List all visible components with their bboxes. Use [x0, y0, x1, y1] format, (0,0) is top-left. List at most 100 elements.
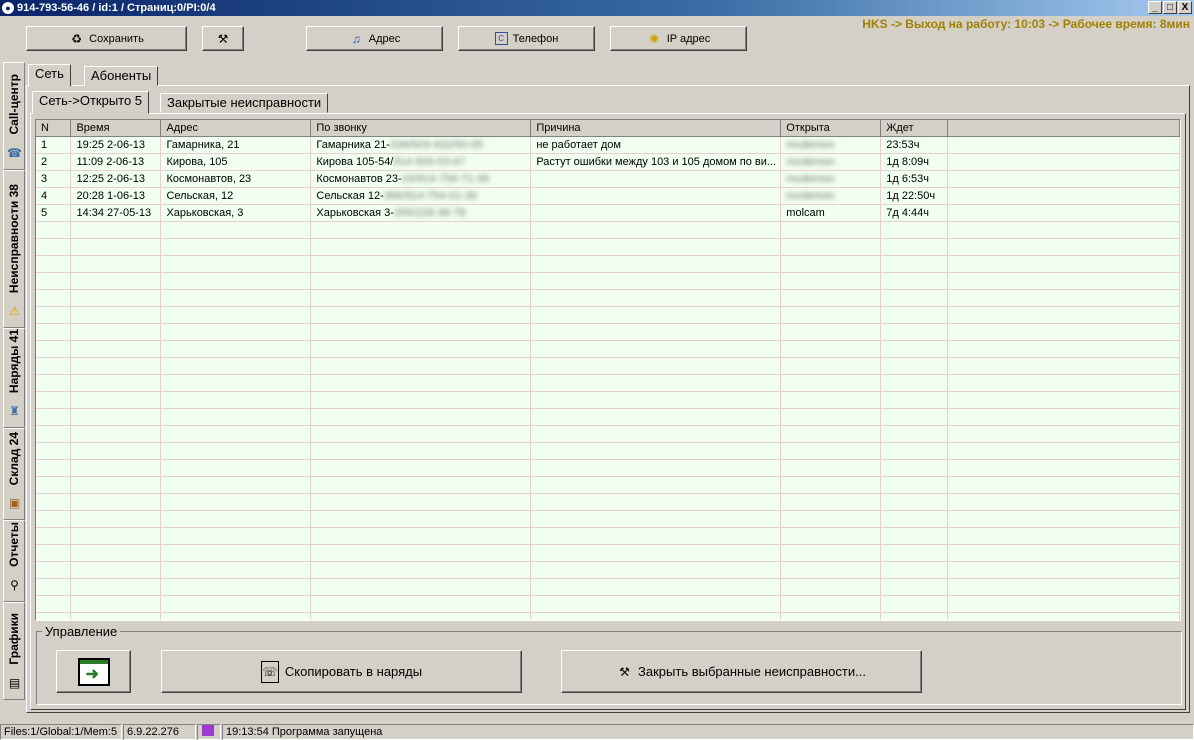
empty-cell [70, 442, 162, 460]
empty-cell [780, 510, 882, 528]
close-faults-button[interactable]: ⚒ Закрыть выбранные неисправности... [561, 650, 922, 693]
table-cell-spacer [947, 170, 1180, 188]
table-row[interactable]: 1 19:25 2-06-13 Гамарника, 21 Гамарника 21-… [36, 136, 1180, 154]
empty-cell [310, 561, 532, 579]
save-button[interactable]: ♻ Сохранить [26, 26, 187, 51]
empty-cell [880, 357, 949, 375]
empty-cell [880, 408, 949, 426]
side-tab-call-center[interactable]: Call-центр ☎ [3, 62, 25, 170]
empty-cell [530, 493, 782, 511]
empty-cell [880, 289, 949, 307]
empty-cell [780, 272, 882, 290]
tab-network[interactable]: Сеть [28, 64, 71, 87]
side-tab-reports[interactable]: Отчеты ⚲ [3, 520, 25, 602]
empty-cell [70, 476, 162, 494]
empty-cell [947, 544, 1180, 562]
table-cell-n: 3 [36, 170, 72, 188]
empty-cell [947, 527, 1180, 545]
phone-button[interactable]: C Телефон [458, 26, 595, 51]
version-status: 6.9.22.276 [123, 724, 196, 740]
empty-cell [780, 442, 882, 460]
column-header[interactable]: N [36, 120, 72, 137]
table-cell-call: Сельская 12-366/914-754-01-30 [310, 187, 532, 205]
copy-to-orders-button[interactable]: ☏ Скопировать в наряды [161, 650, 522, 693]
minimize-button[interactable]: _ [1148, 1, 1162, 14]
column-header[interactable]: По звонку [310, 120, 532, 137]
close-button[interactable]: X [1178, 1, 1192, 14]
empty-cell [530, 408, 782, 426]
empty-row [36, 595, 1180, 613]
column-header[interactable]: Ждет [880, 120, 949, 137]
tools-button[interactable]: ⚒ [202, 26, 244, 51]
table-row[interactable]: 2 11:09 2-06-13 Кирова, 105 Кирова 105-54/9… [36, 153, 1180, 171]
empty-cell [70, 374, 162, 392]
app-icon: ● [2, 2, 14, 14]
empty-cell [310, 510, 532, 528]
empty-cell [310, 289, 532, 307]
empty-cell [530, 238, 782, 256]
empty-cell [947, 255, 1180, 273]
side-tab-faults[interactable]: Неисправности 38 ⚠ [3, 170, 25, 328]
empty-cell [310, 357, 532, 375]
column-header[interactable]: Адрес [160, 120, 312, 137]
table-row[interactable]: 3 12:25 2-06-13 Космонавтов, 23 Космонавтов… [36, 170, 1180, 188]
empty-row [36, 238, 1180, 256]
empty-cell [36, 255, 72, 273]
empty-cell [310, 272, 532, 290]
column-header[interactable]: Время [70, 120, 162, 137]
table-cell-wait: 23:53ч [880, 136, 949, 154]
empty-cell [780, 289, 882, 307]
empty-cell [70, 459, 162, 477]
empty-cell [530, 289, 782, 307]
phone-label: Телефон [512, 32, 559, 45]
export-button[interactable]: ➜ [56, 650, 131, 693]
side-tab-charts[interactable]: Графики ▤ [3, 602, 25, 700]
empty-row [36, 442, 1180, 460]
empty-cell [947, 306, 1180, 324]
window-controls: _ □ X [1148, 1, 1192, 14]
redacted-phone: 914-500-53-67 [393, 156, 466, 168]
empty-cell [310, 238, 532, 256]
table-row[interactable]: 4 20:28 1-06-13 Сельская, 12 Сельская 12-36… [36, 187, 1180, 205]
empty-cell [160, 391, 312, 409]
empty-cell [36, 391, 72, 409]
chart-icon: ▤ [8, 676, 21, 690]
side-tabs: Call-центр ☎ Неисправности 38 ⚠ Наряды 4… [3, 62, 25, 704]
empty-cell [36, 493, 72, 511]
empty-cell [160, 561, 312, 579]
message-status: 19:13:54 Программа запущена [222, 724, 1194, 740]
window-title: 914-793-56-46 / id:1 / Страниц:0/PI:0/4 [17, 2, 216, 14]
empty-cell [160, 408, 312, 426]
tab-network-open[interactable]: Сеть->Открыто 5 [32, 91, 150, 114]
empty-row [36, 357, 1180, 375]
empty-cell [160, 544, 312, 562]
empty-cell [70, 595, 162, 613]
faults-table[interactable]: N Время Адрес По звонку Причина Открыта … [35, 119, 1181, 621]
phone-card-icon: C [494, 32, 508, 45]
tab-closed-faults[interactable]: Закрытые неисправности [160, 93, 329, 113]
empty-row [36, 493, 1180, 511]
notification-icon[interactable] [197, 724, 221, 740]
empty-cell [880, 476, 949, 494]
table-cell-time: 19:25 2-06-13 [70, 136, 162, 154]
empty-cell [70, 357, 162, 375]
table-row[interactable]: 5 14:34 27-05-13 Харьковская, 3 Харьковская… [36, 204, 1180, 222]
side-tab-warehouse[interactable]: Склад 24 ▣ [3, 428, 25, 520]
tab-subscribers[interactable]: Абоненты [84, 66, 159, 86]
empty-cell [310, 527, 532, 545]
empty-cell [160, 476, 312, 494]
workers-icon: ♜ [9, 404, 20, 418]
empty-cell [780, 527, 882, 545]
table-cell-reason [530, 170, 782, 188]
column-header[interactable]: Открыта [780, 120, 882, 137]
maximize-button[interactable]: □ [1163, 1, 1177, 14]
empty-cell [70, 425, 162, 443]
empty-cell [530, 510, 782, 528]
ip-button[interactable]: ✺ IP адрес [610, 26, 747, 51]
empty-cell [880, 578, 949, 596]
address-button[interactable]: ♫ Адрес [306, 26, 443, 51]
side-tab-orders[interactable]: Наряды 41 ♜ [3, 328, 25, 428]
empty-cell [947, 442, 1180, 460]
column-header[interactable]: Причина [530, 120, 782, 137]
side-tab-label: Отчеты [7, 522, 21, 567]
